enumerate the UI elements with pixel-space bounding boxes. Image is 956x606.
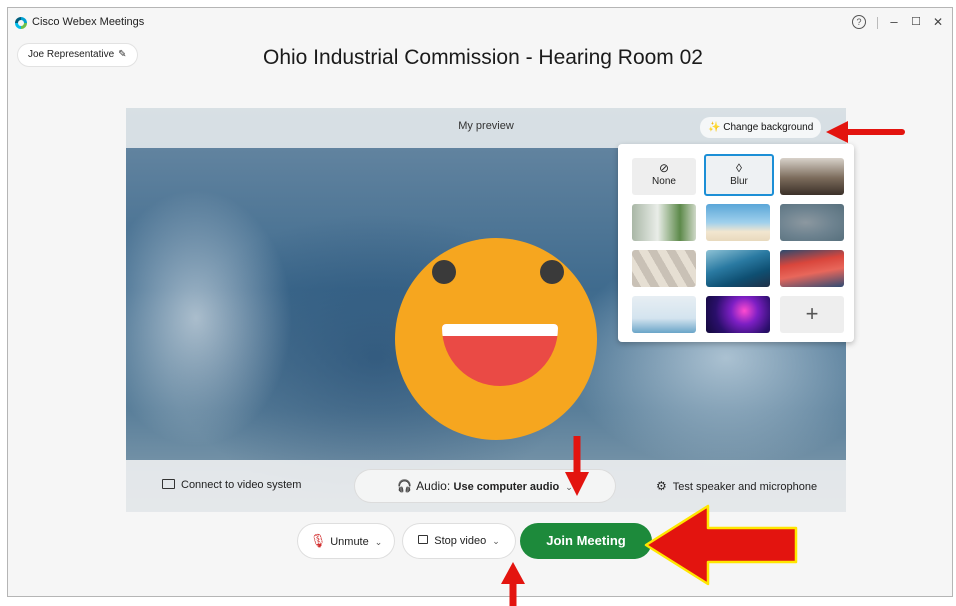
connect-video-system[interactable]: Connect to video system bbox=[162, 479, 301, 491]
avatar-left-eye bbox=[432, 260, 456, 284]
app-title: Cisco Webex Meetings bbox=[32, 16, 145, 28]
background-option-space[interactable] bbox=[706, 296, 770, 333]
background-option-living-room[interactable] bbox=[632, 204, 696, 241]
change-background-label: Change background bbox=[723, 122, 814, 133]
preview-header: My preview ✨ Change background bbox=[126, 108, 846, 148]
join-meeting-button[interactable]: Join Meeting bbox=[520, 523, 652, 559]
stop-video-button[interactable]: Stop video ⌄ bbox=[403, 524, 515, 558]
none-icon: ⊘ bbox=[658, 161, 670, 175]
user-name-chip[interactable]: Joe Representative ✎ bbox=[18, 44, 137, 66]
background-panel: ⊘ None ◊ Blur + bbox=[618, 144, 854, 342]
background-option-blurred-office[interactable] bbox=[780, 204, 844, 241]
device-bar: Connect to video system 🎧 Audio: Use comp… bbox=[126, 460, 846, 512]
headset-icon: 🎧 bbox=[397, 479, 413, 493]
background-option-beach[interactable] bbox=[706, 204, 770, 241]
user-name: Joe Representative bbox=[28, 49, 115, 60]
background-option-none[interactable]: ⊘ None bbox=[632, 158, 696, 195]
webex-logo-icon bbox=[15, 17, 27, 29]
background-option-blur[interactable]: ◊ Blur bbox=[704, 154, 774, 196]
close-button[interactable]: ✕ bbox=[928, 12, 948, 32]
title-bar: Cisco Webex Meetings ? – ☐ ✕ bbox=[8, 8, 952, 38]
chevron-down-icon: ⌄ bbox=[565, 482, 573, 492]
blur-drop-icon: ◊ bbox=[736, 161, 742, 175]
unmute-button[interactable]: 🎙 Unmute ⌄ bbox=[298, 524, 394, 558]
audio-selector[interactable]: 🎧 Audio: Use computer audio ⌄ bbox=[355, 470, 615, 502]
unmute-label: Unmute bbox=[330, 536, 369, 548]
avatar-right-eye bbox=[540, 260, 564, 284]
magic-wand-icon: ✨ bbox=[708, 122, 724, 133]
meeting-title: Ohio Industrial Commission - Hearing Roo… bbox=[262, 46, 703, 69]
background-option-illustrated-room[interactable] bbox=[632, 296, 696, 333]
background-option-label: None bbox=[652, 176, 676, 187]
audio-value: Use computer audio bbox=[453, 481, 560, 493]
background-option-office[interactable] bbox=[780, 158, 844, 195]
audio-prefix: Audio: bbox=[416, 479, 451, 493]
camera-icon bbox=[418, 535, 429, 544]
minimize-button[interactable]: – bbox=[884, 12, 904, 32]
background-option-label: Blur bbox=[730, 176, 748, 187]
change-background-button[interactable]: ✨ Change background bbox=[700, 117, 822, 138]
chevron-down-icon[interactable]: ⌄ bbox=[492, 536, 500, 546]
microphone-muted-icon: 🎙 bbox=[309, 533, 327, 548]
help-icon[interactable]: ? bbox=[852, 15, 866, 29]
test-speaker-microphone[interactable]: ⚙ Test speaker and microphone bbox=[656, 479, 817, 493]
maximize-button[interactable]: ☐ bbox=[906, 12, 926, 32]
background-option-mountains[interactable] bbox=[706, 250, 770, 287]
add-background-button[interactable]: + bbox=[780, 296, 844, 333]
title-divider bbox=[877, 17, 878, 29]
plus-icon: + bbox=[805, 301, 819, 326]
cast-icon bbox=[162, 479, 175, 489]
background-option-red-geometric[interactable] bbox=[780, 250, 844, 287]
gear-icon: ⚙ bbox=[656, 479, 667, 493]
connect-video-label: Connect to video system bbox=[181, 479, 302, 491]
background-option-wall-shadows[interactable] bbox=[632, 250, 696, 287]
stop-video-label: Stop video bbox=[434, 535, 487, 547]
chevron-down-icon[interactable]: ⌄ bbox=[375, 537, 383, 547]
test-speaker-label: Test speaker and microphone bbox=[672, 481, 818, 493]
